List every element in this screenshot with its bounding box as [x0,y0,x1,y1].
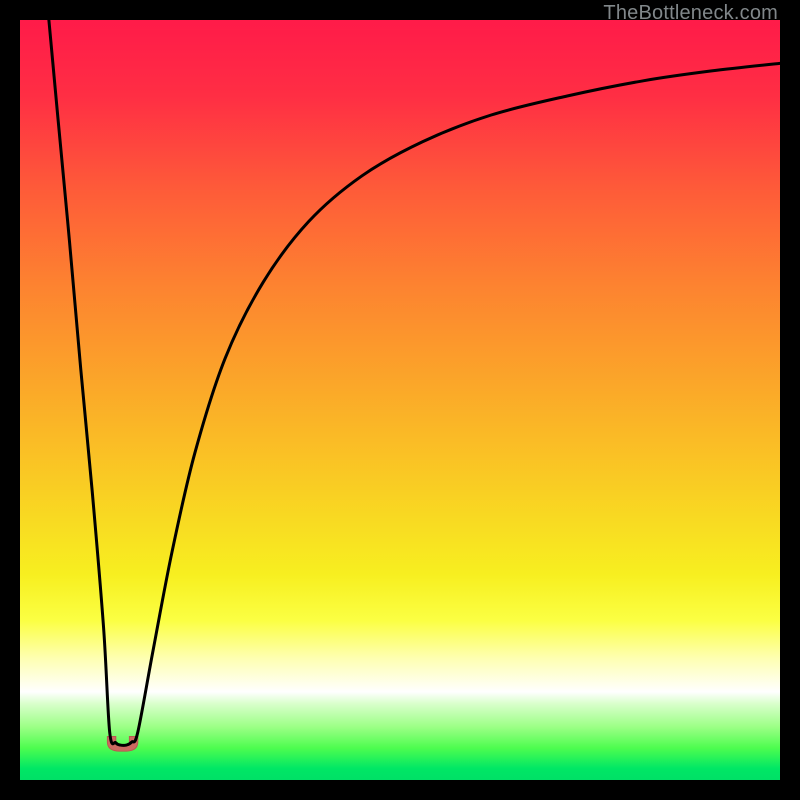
gradient-background [20,20,780,780]
gradient-plot [20,20,780,780]
plot-frame [20,20,780,780]
watermark-text: TheBottleneck.com [603,2,778,25]
